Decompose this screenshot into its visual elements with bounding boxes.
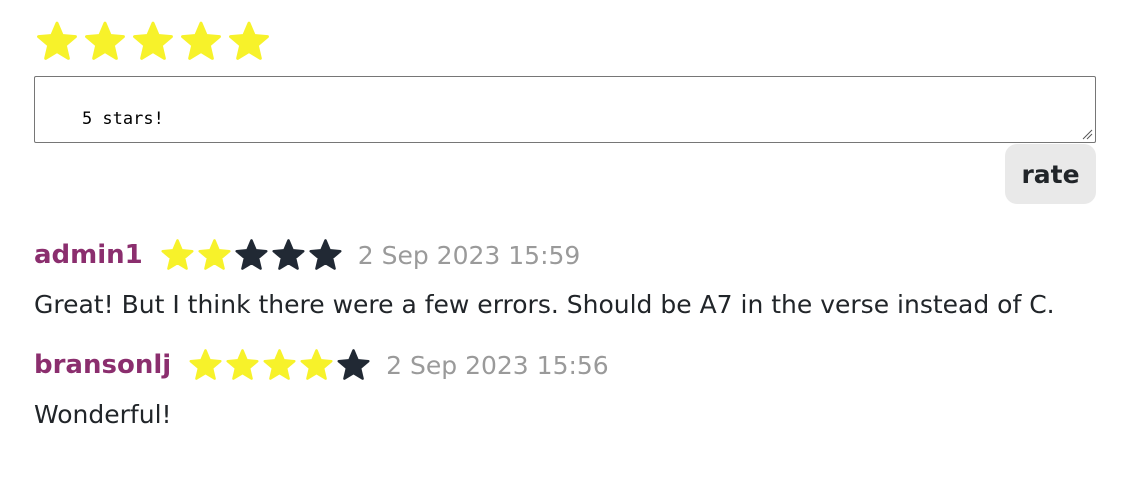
star-icon-4[interactable] <box>178 19 224 65</box>
resize-handle-icon[interactable] <box>1081 128 1093 140</box>
empty-star-icon <box>270 237 307 274</box>
filled-star-icon <box>224 347 261 384</box>
review-rating-stars <box>159 237 344 274</box>
filled-star-icon <box>196 237 233 274</box>
empty-star-icon <box>307 237 344 274</box>
rating-widget: 5 stars! rate admin1 2 Sep 2023 15:59 Gr… <box>34 18 1096 440</box>
review-username[interactable]: bransonlj <box>34 350 171 380</box>
comment-textarea[interactable]: 5 stars! <box>34 76 1096 143</box>
rate-row: rate <box>34 144 1096 204</box>
star-icon-3[interactable] <box>130 19 176 65</box>
filled-star-icon <box>261 347 298 384</box>
review-item: bransonlj 2 Sep 2023 15:56 Wonderful! <box>34 340 1096 440</box>
review-rating-stars <box>187 347 372 384</box>
review-text: Wonderful! <box>34 400 172 429</box>
review-text: Great! But I think there were a few erro… <box>34 290 1055 319</box>
filled-star-icon <box>159 237 196 274</box>
empty-star-icon <box>335 347 372 384</box>
review-timestamp: 2 Sep 2023 15:59 <box>357 240 581 270</box>
star-icon-5[interactable] <box>226 19 272 65</box>
empty-star-icon <box>233 237 270 274</box>
review-username[interactable]: admin1 <box>34 240 143 270</box>
rate-button[interactable]: rate <box>1005 144 1096 204</box>
filled-star-icon <box>187 347 224 384</box>
rating-star-input[interactable] <box>34 18 1096 66</box>
filled-star-icon <box>298 347 335 384</box>
review-header: bransonlj 2 Sep 2023 15:56 <box>34 340 1096 390</box>
comment-text: 5 stars! <box>81 109 164 129</box>
star-icon-1[interactable] <box>34 19 80 65</box>
review-header: admin1 2 Sep 2023 15:59 <box>34 230 1096 280</box>
review-item: admin1 2 Sep 2023 15:59 Great! But I thi… <box>34 230 1096 330</box>
review-timestamp: 2 Sep 2023 15:56 <box>386 350 609 380</box>
star-icon-2[interactable] <box>82 19 128 65</box>
